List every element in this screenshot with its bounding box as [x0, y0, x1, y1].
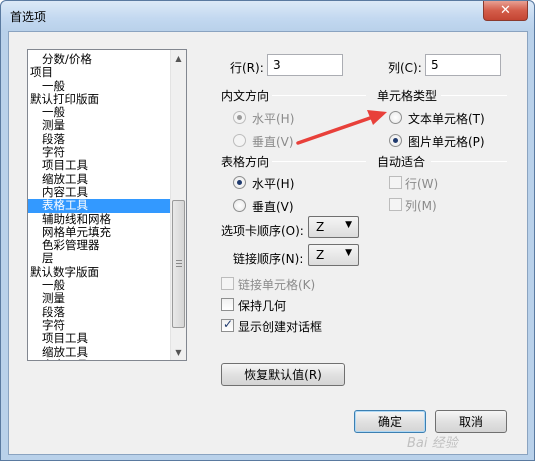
scroll-up-icon[interactable]: ▲: [171, 50, 186, 66]
title-bar: 首选项 ✕: [1, 1, 534, 31]
table-direction-vertical-radio[interactable]: [233, 199, 246, 212]
text-direction-vertical-label: 垂直(V): [252, 135, 294, 149]
tree-item[interactable]: 字符: [28, 318, 173, 332]
restore-defaults-button[interactable]: 恢复默认值(R): [221, 363, 345, 386]
tree-item[interactable]: 默认打印版面: [28, 92, 173, 106]
window-title: 首选项: [10, 10, 47, 24]
tree-items: 分数/价格 项目 一般 默认打印版面 一般 测量 段落 字符 项目工具 缩放工具 内容工具 表格工具辅…: [28, 52, 173, 360]
show-dialog-checkbox[interactable]: [221, 317, 234, 332]
rows-label: 行(R):: [230, 61, 264, 75]
tree-item[interactable]: 字符: [28, 145, 173, 159]
rows-input[interactable]: 3: [267, 54, 343, 76]
scroll-down-icon[interactable]: ▼: [171, 344, 186, 360]
tree-item[interactable]: 缩放工具: [28, 172, 173, 186]
auto-fit-cols-checkbox[interactable]: [389, 198, 402, 211]
cols-input[interactable]: 5: [425, 54, 501, 76]
keep-geometry-checkbox[interactable]: [221, 298, 234, 311]
tree-item-selected[interactable]: 表格工具: [28, 199, 173, 213]
picture-cell-radio[interactable]: [389, 134, 402, 147]
auto-fit-title: 自动适合: [377, 155, 426, 169]
link-order-dropdown[interactable]: Z ▼: [308, 244, 359, 266]
scroll-thumb[interactable]: [172, 200, 185, 328]
link-order-value: Z: [316, 248, 325, 262]
text-direction-title: 内文方向: [221, 89, 270, 103]
tree-item[interactable]: 辅助线和网格: [28, 212, 173, 226]
tree-item[interactable]: 缩放工具: [28, 345, 173, 359]
auto-fit-rows-label: 行(W): [405, 177, 439, 191]
text-direction-vertical-radio[interactable]: [233, 134, 246, 147]
link-cells-label: 链接单元格(K): [238, 278, 316, 292]
chevron-down-icon: ▼: [345, 248, 352, 258]
tree-item[interactable]: 一般: [28, 106, 173, 119]
ok-button[interactable]: 确定: [354, 410, 426, 433]
tree-item[interactable]: 层: [28, 252, 173, 265]
tree-item[interactable]: 色彩管理器: [28, 239, 173, 252]
tree-item[interactable]: 项目工具: [28, 159, 173, 172]
show-dialog-label: 显示创建对话框: [238, 320, 323, 334]
tree-item[interactable]: 项目: [28, 66, 173, 79]
link-cells-checkbox[interactable]: [221, 277, 234, 290]
tree-item[interactable]: 一般: [28, 278, 173, 292]
text-direction-horizontal-label: 水平(H): [252, 112, 295, 126]
text-direction-horizontal-radio[interactable]: [233, 111, 246, 124]
watermark-logo: Bai 经验: [407, 436, 458, 451]
vertical-scrollbar[interactable]: ▲ ▼: [170, 50, 186, 360]
preferences-tree[interactable]: 分数/价格 项目 一般 默认打印版面 一般 测量 段落 字符 项目工具 缩放工具 内容工具 表格工具辅…: [27, 49, 187, 361]
table-direction-horizontal-label: 水平(H): [252, 177, 295, 191]
table-direction-vertical-label: 垂直(V): [252, 200, 294, 214]
keep-geometry-label: 保持几何: [238, 299, 287, 313]
tree-item[interactable]: 内容工具: [28, 358, 173, 360]
tab-order-label: 选项卡顺序(O):: [221, 224, 304, 238]
tree-item[interactable]: 段落: [28, 305, 173, 319]
preferences-dialog: 首选项 ✕ 分数/价格 项目 一般 默认打印版面 一般 测量 段落 字符 项目工具 缩放工具 内容工…: [0, 0, 535, 461]
text-cell-radio[interactable]: [389, 111, 402, 124]
dialog-body: 分数/价格 项目 一般 默认打印版面 一般 测量 段落 字符 项目工具 缩放工具 内容工具 表格工具辅…: [8, 31, 528, 455]
cancel-button[interactable]: 取消: [435, 410, 507, 433]
tree-item[interactable]: 内容工具: [28, 185, 173, 199]
auto-fit-cols-label: 列(M): [405, 199, 437, 213]
link-order-label: 链接顺序(N):: [233, 252, 304, 266]
picture-cell-label: 图片单元格(P): [408, 135, 485, 149]
tree-item[interactable]: 测量: [28, 119, 173, 132]
text-cell-label: 文本单元格(T): [408, 112, 485, 126]
tree-item[interactable]: 分数/价格: [28, 52, 173, 66]
tab-order-value: Z: [316, 220, 325, 234]
auto-fit-rows-checkbox[interactable]: [389, 176, 402, 189]
chevron-down-icon: ▼: [345, 220, 352, 230]
table-direction-horizontal-radio[interactable]: [233, 176, 246, 189]
tree-item[interactable]: 网格单元填充: [28, 225, 173, 239]
close-icon: ✕: [500, 3, 511, 18]
tree-item[interactable]: 默认数字版面: [28, 265, 173, 279]
table-direction-title: 表格方向: [221, 155, 270, 169]
tab-order-dropdown[interactable]: Z ▼: [308, 216, 359, 238]
tree-item[interactable]: 项目工具: [28, 332, 173, 345]
cell-type-title: 单元格类型: [377, 89, 438, 103]
tree-item[interactable]: 一般: [28, 79, 173, 93]
close-button[interactable]: ✕: [483, 1, 528, 21]
tree-item[interactable]: 测量: [28, 292, 173, 305]
cols-label: 列(C):: [388, 61, 422, 75]
tree-item[interactable]: 段落: [28, 132, 173, 146]
